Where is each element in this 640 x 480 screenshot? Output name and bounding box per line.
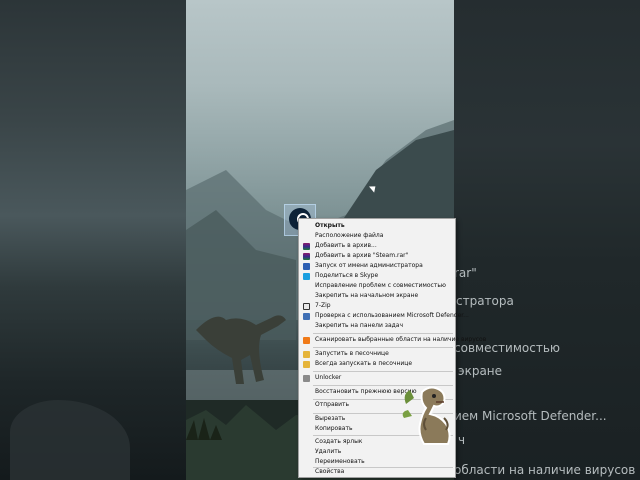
unlocker-icon bbox=[303, 375, 310, 382]
blurred-text-5: ием Microsoft Defender... bbox=[454, 409, 607, 423]
menu-item-add-to-steam-rar[interactable]: Добавить в архив "Steam.rar" bbox=[299, 251, 455, 261]
shield-icon bbox=[303, 263, 310, 270]
menu-item-rename[interactable]: Переименовать bbox=[299, 457, 455, 467]
menu-item-delete[interactable]: Удалить bbox=[299, 447, 455, 457]
blurred-background-left bbox=[0, 0, 186, 480]
menu-item-run-as-admin[interactable]: Запуск от имени администратора bbox=[299, 261, 455, 271]
menu-item-always-sandbox[interactable]: Всегда запускать в песочнице bbox=[299, 359, 455, 369]
dinosaur-sticker bbox=[400, 384, 466, 446]
avast-icon bbox=[303, 337, 310, 344]
menu-item-avast-scan[interactable]: Сканировать выбранные области на наличие… bbox=[299, 335, 486, 345]
menu-item-pin-taskbar[interactable]: Закрепить на панели задач bbox=[299, 321, 455, 331]
skype-icon bbox=[303, 273, 310, 280]
winrar-icon bbox=[303, 253, 310, 260]
menu-item-share-skype[interactable]: Поделиться в Skype bbox=[299, 271, 455, 281]
menu-item-troubleshoot-compat[interactable]: Исправление проблем с совместимостью bbox=[299, 281, 455, 291]
menu-item-7zip[interactable]: 7-Zip bbox=[299, 301, 455, 311]
menu-item-open[interactable]: Открыть bbox=[299, 221, 455, 231]
blurred-background-right: rar" стратора совместимостью экране ием … bbox=[454, 0, 640, 480]
blurred-text-2: стратора bbox=[456, 294, 514, 308]
sandbox-icon bbox=[303, 351, 310, 358]
7zip-icon bbox=[303, 303, 310, 310]
menu-item-unlocker[interactable]: Unlocker bbox=[299, 373, 455, 383]
menu-separator bbox=[313, 371, 453, 372]
menu-separator bbox=[313, 333, 453, 334]
defender-icon bbox=[303, 313, 310, 320]
blurred-dinosaur bbox=[10, 400, 130, 480]
menu-separator bbox=[313, 347, 453, 348]
winrar-icon bbox=[303, 243, 310, 250]
menu-item-run-sandbox[interactable]: Запустить в песочнице bbox=[299, 349, 455, 359]
sandbox-icon bbox=[303, 361, 310, 368]
menu-item-defender-scan[interactable]: Проверка с использованием Microsoft Defe… bbox=[299, 311, 469, 321]
menu-item-pin-start[interactable]: Закрепить на начальном экране bbox=[299, 291, 455, 301]
blurred-text-1: rar" bbox=[454, 266, 477, 280]
menu-item-properties[interactable]: Свойства bbox=[299, 467, 455, 477]
menu-item-add-to-archive[interactable]: Добавить в архив... bbox=[299, 241, 455, 251]
blurred-text-7: области на наличие вирусов bbox=[454, 463, 636, 477]
blurred-text-4: экране bbox=[458, 364, 503, 378]
menu-item-file-location[interactable]: Расположение файла bbox=[299, 231, 455, 241]
